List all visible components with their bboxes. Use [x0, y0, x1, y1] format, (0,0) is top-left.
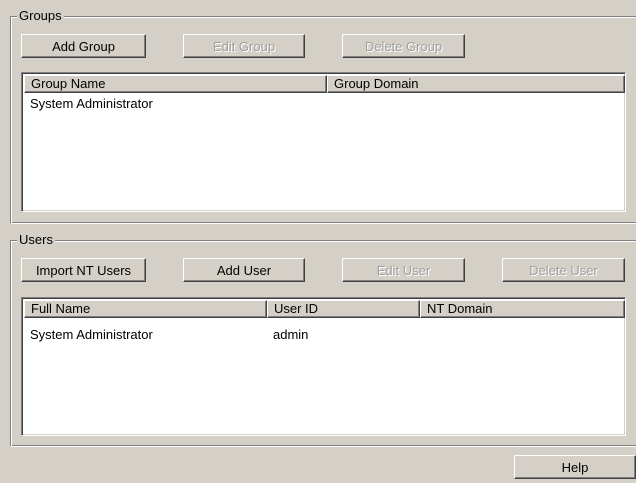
group-row[interactable]: System Administrator	[24, 95, 623, 113]
add-group-button[interactable]: Add Group	[21, 34, 146, 58]
column-header-full-name[interactable]: Full Name	[24, 300, 267, 318]
groups-title: Groups	[17, 8, 64, 24]
import-nt-users-button[interactable]: Import NT Users	[21, 258, 146, 282]
column-header-user-id[interactable]: User ID	[267, 300, 420, 318]
help-button[interactable]: Help	[514, 455, 636, 479]
edit-group-button[interactable]: Edit Group	[183, 34, 305, 58]
edit-user-button[interactable]: Edit User	[342, 258, 465, 282]
column-header-nt-domain[interactable]: NT Domain	[420, 300, 625, 318]
delete-user-button[interactable]: Delete User	[502, 258, 625, 282]
user-row[interactable]: System Administrator admin	[24, 326, 623, 344]
users-list[interactable]: Full Name User ID NT Domain System Admin…	[21, 297, 626, 436]
column-header-group-domain[interactable]: Group Domain	[327, 75, 625, 93]
column-header-group-name[interactable]: Group Name	[24, 75, 327, 93]
full-name-cell: System Administrator	[30, 327, 153, 342]
groups-list[interactable]: Group Name Group Domain System Administr…	[21, 72, 626, 212]
groups-list-header: Group Name Group Domain	[24, 75, 625, 93]
group-name-cell: System Administrator	[30, 96, 153, 111]
users-title: Users	[17, 232, 55, 248]
users-list-header: Full Name User ID NT Domain	[24, 300, 625, 318]
user-id-cell: admin	[273, 327, 309, 342]
delete-group-button[interactable]: Delete Group	[342, 34, 465, 58]
add-user-button[interactable]: Add User	[183, 258, 305, 282]
